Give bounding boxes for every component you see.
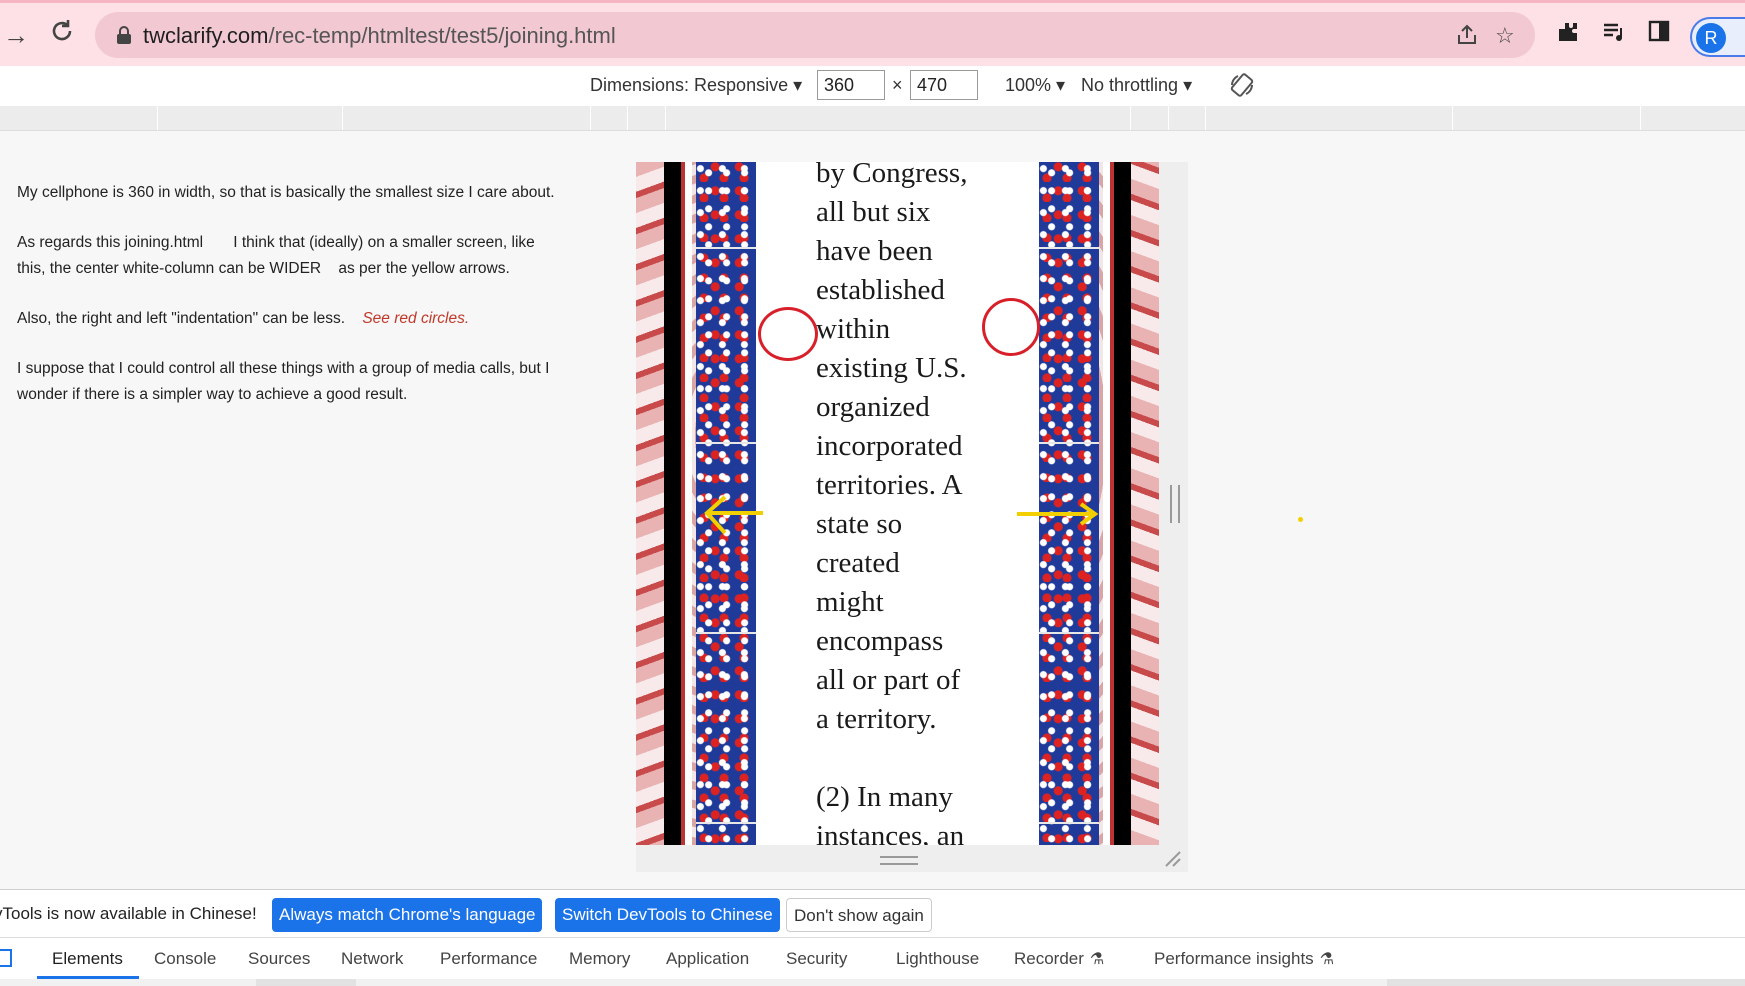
height-input[interactable]: 470 [910, 70, 978, 100]
tab-performance[interactable]: Performance [440, 949, 537, 969]
url-text: twclarify.com/rec-temp/htmltest/test5/jo… [143, 23, 616, 48]
tab-security[interactable]: Security [786, 949, 847, 969]
language-message: vTools is now available in Chinese! [0, 904, 257, 923]
avatar: R [1696, 23, 1726, 53]
extensions-icon[interactable] [1553, 20, 1583, 50]
bookmark-star-icon[interactable]: ☆ [1495, 23, 1521, 49]
experiment-icon: ⚗ [1089, 951, 1105, 968]
note-paragraph: I suppose that I could control all these… [17, 360, 550, 403]
yellow-arrow-right [1017, 502, 1099, 526]
browser-toolbar: → twclarify.com/rec-temp/htmltest/test5/… [0, 0, 1745, 66]
yellow-arrow-left [704, 495, 763, 535]
flag-border-right [1131, 162, 1159, 845]
device-toolbar: Dimensions: Responsive ▾ 360 × 470 100% … [0, 66, 1745, 107]
note-paragraph: Also, the right and left "indentation" c… [17, 310, 470, 327]
tab-performance-insights[interactable]: Performance insights ⚗ [1154, 949, 1334, 969]
tab-sources[interactable]: Sources [248, 949, 310, 969]
media-control-icon[interactable] [1598, 20, 1628, 50]
note-paragraph: My cellphone is 360 in width, so that is… [17, 184, 555, 201]
annotation-notes: My cellphone is 360 in width, so that is… [17, 180, 557, 432]
red-circle-left [758, 307, 818, 361]
reload-icon[interactable] [44, 17, 80, 53]
flag-border-left [636, 162, 664, 845]
passage-paragraph: (2) In many instances, an [816, 781, 965, 845]
switch-to-chinese-button[interactable]: Switch DevTools to Chinese [555, 898, 780, 932]
red-note: See red circles. [362, 310, 470, 327]
dont-show-again-button[interactable]: Don't show again [786, 898, 932, 932]
dimensions-dropdown[interactable]: Dimensions: Responsive ▾ [590, 75, 802, 96]
media-query-ruler[interactable] [0, 106, 1745, 131]
dark-strip-left [664, 162, 692, 845]
rotate-icon[interactable] [1228, 71, 1256, 104]
times-separator: × [892, 75, 903, 95]
dark-strip-right [1103, 162, 1131, 845]
tab-network[interactable]: Network [341, 949, 403, 969]
lock-icon [117, 26, 131, 44]
dock-icon[interactable] [0, 949, 12, 967]
zoom-dropdown[interactable]: 100% ▾ [1005, 75, 1065, 96]
side-panel-icon[interactable] [1644, 20, 1674, 50]
red-circle-right [982, 298, 1040, 356]
tab-elements[interactable]: Elements [52, 949, 123, 969]
yellow-dot [1298, 517, 1303, 522]
forward-icon[interactable]: → [0, 17, 34, 53]
tab-memory[interactable]: Memory [569, 949, 630, 969]
passage-text: by Congress, all but six have been estab… [816, 162, 1016, 845]
note-paragraph: As regards this joining.html I think tha… [17, 234, 535, 277]
tab-console[interactable]: Console [154, 949, 216, 969]
tab-recorder[interactable]: Recorder ⚗ [1014, 949, 1104, 969]
center-white-column: by Congress, all but six have been estab… [756, 162, 1039, 845]
throttling-dropdown[interactable]: No throttling ▾ [1081, 75, 1192, 96]
experiment-icon: ⚗ [1319, 951, 1335, 968]
always-match-language-button[interactable]: Always match Chrome's language [272, 898, 543, 932]
profile-button[interactable]: R [1690, 17, 1745, 57]
resize-handle-right[interactable] [1170, 485, 1180, 523]
devtools-language-bar: vTools is now available in Chinese! Alwa… [0, 889, 1745, 938]
resize-handle-bottom[interactable] [880, 856, 918, 865]
tab-lighthouse[interactable]: Lighthouse [896, 949, 979, 969]
tab-application[interactable]: Application [666, 949, 749, 969]
devtools-tabs: Elements Console Sources Network Perform… [0, 937, 1745, 981]
address-bar[interactable]: twclarify.com/rec-temp/htmltest/test5/jo… [95, 12, 1535, 58]
devtools-panel-edge [0, 979, 1745, 986]
resize-corner-icon[interactable] [1164, 850, 1182, 868]
share-icon[interactable] [1455, 23, 1481, 49]
passage-paragraph: by Congress, all but six have been estab… [816, 162, 968, 735]
width-input[interactable]: 360 [817, 70, 885, 100]
